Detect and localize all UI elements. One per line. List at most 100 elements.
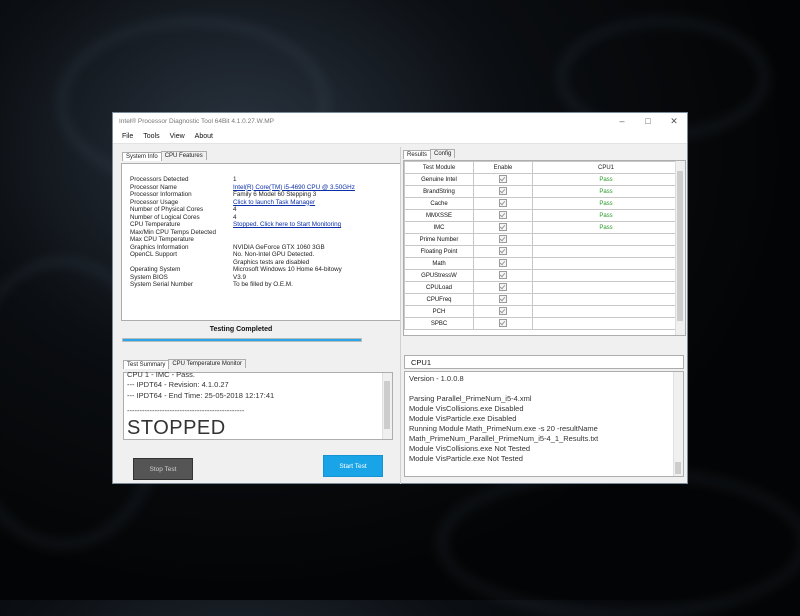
info-value: Family 6 Model 60 Stepping 3: [233, 191, 317, 198]
summary-log-line: --- IPDT64 - End Time: 25-05-2018 12:17:…: [127, 391, 275, 400]
cpu1-log-line: Running Module Math_PrimeNum.exe -s 20 -…: [409, 424, 598, 433]
info-value: V3.9: [233, 273, 246, 281]
status-text: Testing Completed: [209, 326, 273, 333]
panel-divider: [400, 147, 401, 484]
table-row[interactable]: CPUFreq: [404, 293, 680, 306]
background-smoke: [440, 470, 800, 616]
tab-results[interactable]: Results: [403, 150, 432, 159]
scroll-thumb[interactable]: [675, 462, 681, 474]
cpu1-result-cell: [532, 305, 680, 318]
info-value: No. Non-Intel GPU Detected.: [233, 251, 315, 258]
title-bar: Intel® Processor Diagnostic Tool 64Bit 4…: [113, 113, 687, 129]
table-row[interactable]: Floating Point: [404, 245, 680, 258]
tab-config[interactable]: Config: [430, 149, 456, 158]
info-value: To be filled by O.E.M.: [233, 281, 293, 288]
summary-log-line: --- IPDT64 - Revision: 4.1.0.27: [127, 380, 229, 389]
menu-bar: File Tools View About: [113, 129, 687, 144]
table-row[interactable]: GPUStressW: [404, 269, 680, 282]
table-row[interactable]: SPBC: [404, 317, 680, 330]
tab-cpu1[interactable]: CPU1: [411, 358, 431, 367]
info-link[interactable]: Stopped. Click here to Start Monitoring: [233, 221, 341, 228]
enable-checkbox[interactable]: [499, 306, 507, 315]
minimize-icon[interactable]: –: [609, 113, 635, 129]
enable-checkbox[interactable]: [499, 234, 507, 243]
tab-system-info[interactable]: System Info: [122, 152, 162, 161]
tab-test-summary[interactable]: Test Summary: [123, 360, 170, 369]
info-label: Processor Name: [130, 183, 177, 191]
enable-checkbox[interactable]: [499, 282, 507, 291]
cpu1-result-cell: Pass: [532, 173, 680, 186]
table-row[interactable]: CPULoad: [404, 281, 680, 294]
column-header-cpu1[interactable]: CPU1: [532, 161, 680, 174]
enable-checkbox[interactable]: [499, 270, 507, 279]
maximize-icon[interactable]: □: [635, 113, 661, 129]
table-row[interactable]: BrandString Pass: [404, 185, 680, 198]
cpu1-scrollbar[interactable]: [673, 372, 683, 476]
menu-view[interactable]: View: [165, 133, 190, 140]
enable-checkbox[interactable]: [499, 210, 507, 219]
scroll-thumb[interactable]: [677, 171, 683, 321]
summary-scrollbar[interactable]: [382, 373, 392, 439]
menu-file[interactable]: File: [117, 133, 138, 140]
enable-cell: [473, 281, 533, 294]
scroll-thumb[interactable]: [384, 381, 390, 429]
column-header-enable[interactable]: Enable: [473, 161, 533, 174]
close-icon[interactable]: ✕: [661, 113, 687, 129]
column-header-test-module[interactable]: Test Module: [404, 161, 474, 174]
enable-checkbox[interactable]: [499, 294, 507, 303]
table-row[interactable]: Cache Pass: [404, 197, 680, 210]
enable-checkbox[interactable]: [499, 258, 507, 267]
test-summary-panel: CPU 1 - IMC - Pass. --- IPDT64 - Revisio…: [123, 370, 393, 440]
enable-cell: [473, 221, 533, 234]
table-row[interactable]: Genuine Intel Pass: [404, 173, 680, 186]
menu-tools[interactable]: Tools: [138, 133, 164, 140]
enable-checkbox[interactable]: [499, 198, 507, 207]
info-label: Operating System: [130, 266, 181, 273]
test-module-cell: GPUStressW: [404, 269, 474, 282]
info-value: Microsoft Windows 10 Home 64-bitowy: [233, 266, 342, 273]
cpu1-log-line: Module VisParticle.exe Not Tested: [409, 454, 523, 463]
info-label: System BIOS: [130, 273, 168, 281]
enable-cell: [473, 233, 533, 246]
table-row[interactable]: PCH: [404, 305, 680, 318]
summary-log-line: CPU 1 - IMC - Pass.: [127, 370, 195, 379]
enable-checkbox[interactable]: [499, 222, 507, 231]
enable-checkbox[interactable]: [499, 174, 507, 183]
stop-test-button[interactable]: Stop Test: [133, 458, 193, 480]
table-row[interactable]: IMC Pass: [404, 221, 680, 234]
cpu1-log-line: Version - 1.0.0.8: [409, 374, 464, 383]
test-module-cell: SPBC: [404, 317, 474, 330]
table-row[interactable]: Prime Number: [404, 233, 680, 246]
summary-log-divider: ----------------------------------------…: [127, 406, 245, 415]
enable-checkbox[interactable]: [499, 318, 507, 327]
table-row[interactable]: Math: [404, 257, 680, 270]
table-row[interactable]: MMXSSE Pass: [404, 209, 680, 222]
test-module-cell: CPUFreq: [404, 293, 474, 306]
enable-checkbox[interactable]: [499, 186, 507, 195]
cpu1-log-line: Parsing Parallel_PrimeNum_i5-4.xml: [409, 394, 532, 403]
test-module-cell: IMC: [404, 221, 474, 234]
results-scrollbar[interactable]: [675, 161, 685, 335]
info-value: NVIDIA GeForce GTX 1060 3GB: [233, 243, 325, 251]
enable-cell: [473, 305, 533, 318]
start-test-button[interactable]: Start Test: [323, 455, 383, 477]
info-value: 4: [233, 213, 237, 221]
info-link[interactable]: Click to launch Task Manager: [233, 199, 315, 206]
results-table: Test Module Enable CPU1 Genuine Intel Pas…: [404, 161, 680, 330]
test-module-cell: BrandString: [404, 185, 474, 198]
test-module-cell: Math: [404, 257, 474, 270]
tab-cpu-features[interactable]: CPU Features: [160, 151, 207, 160]
stopped-banner: STOPPED: [127, 417, 226, 439]
test-module-cell: Prime Number: [404, 233, 474, 246]
info-label: Number of Logical Cores: [130, 213, 200, 221]
info-link[interactable]: Intel(R) Core(TM) i5-4690 CPU @ 3.50GHz: [233, 184, 355, 191]
cpu1-tab-header: CPU1: [404, 355, 684, 369]
test-module-cell: MMXSSE: [404, 209, 474, 222]
info-label: CPU Temperature: [130, 221, 181, 228]
cpu1-result-cell: Pass: [532, 221, 680, 234]
tab-cpu-temperature-monitor[interactable]: CPU Temperature Monitor: [168, 359, 246, 368]
menu-about[interactable]: About: [190, 133, 218, 140]
enable-checkbox[interactable]: [499, 246, 507, 255]
cpu1-result-cell: [532, 257, 680, 270]
cpu1-log-line: Module VisCollisions.exe Disabled: [409, 404, 524, 413]
